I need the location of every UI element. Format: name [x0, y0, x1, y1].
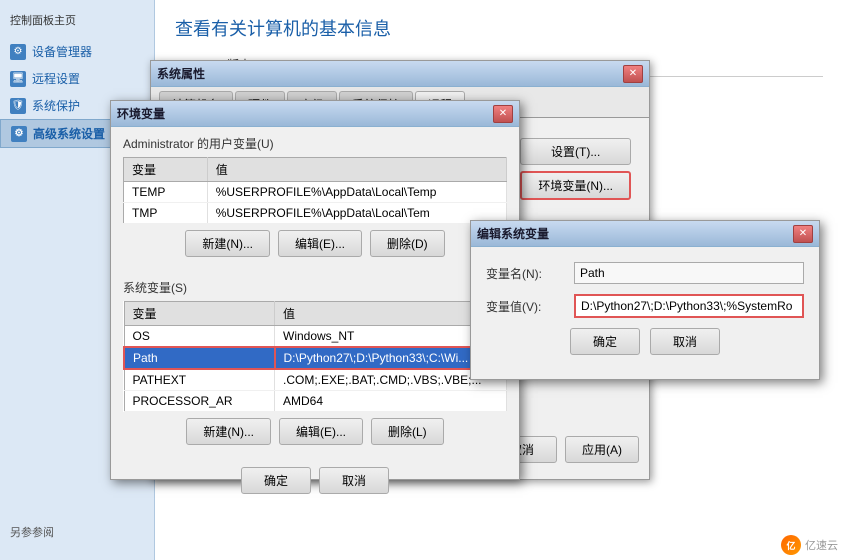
- device-icon: ⚙: [10, 44, 26, 60]
- sys-vars-buttons: 新建(N)... 编辑(E)... 删除(L): [123, 412, 507, 451]
- sidebar-header: 控制面板主页: [0, 8, 154, 32]
- sys-var-val-3: AMD64: [275, 391, 507, 412]
- sys-var-header-name: 变量: [124, 302, 275, 326]
- env-dialog-titlebar: 环境变量 ✕: [111, 101, 519, 127]
- user-new-btn[interactable]: 新建(N)...: [185, 230, 270, 257]
- user-vars-section: Administrator 的用户变量(U) 变量 值 TEMP %USERPR…: [111, 127, 519, 271]
- edit-dialog-title: 编辑系统变量: [477, 225, 793, 242]
- env-bottom-btns: 确定 取消: [111, 467, 519, 494]
- sys-del-btn[interactable]: 删除(L): [371, 418, 444, 445]
- table-row[interactable]: OS Windows_NT: [124, 326, 506, 348]
- sys-edit-btn[interactable]: 编辑(E)...: [279, 418, 363, 445]
- remote-icon: 🖥: [10, 71, 26, 87]
- var-value-input[interactable]: [574, 294, 804, 318]
- sys-var-name-1: Path: [124, 347, 275, 369]
- sys-var-name-2: PATHEXT: [124, 369, 275, 391]
- env-vars-btn[interactable]: 环境变量(N)...: [520, 171, 631, 200]
- env-dialog: 环境变量 ✕ Administrator 的用户变量(U) 变量 值 TEMP …: [110, 100, 520, 480]
- watermark-text: 亿速云: [805, 537, 838, 553]
- table-row[interactable]: PATHEXT .COM;.EXE;.BAT;.CMD;.VBS;.VBE;..…: [124, 369, 506, 391]
- env-dialog-title: 环境变量: [117, 105, 493, 122]
- env-cancel-btn[interactable]: 取消: [319, 467, 389, 494]
- edit-dialog-close-btn[interactable]: ✕: [793, 225, 813, 243]
- edit-dialog: 编辑系统变量 ✕ 变量名(N): 变量值(V): 确定 取消: [470, 220, 820, 380]
- shield-icon: 🛡: [10, 98, 26, 114]
- var-name-label: 变量名(N):: [486, 265, 566, 282]
- page-title: 查看有关计算机的基本信息: [175, 15, 823, 41]
- user-var-name-1: TMP: [124, 203, 208, 224]
- sys-vars-section: 系统变量(S) 变量 值 OS Windows_NT Path D:\Pytho…: [111, 271, 519, 459]
- user-var-header-val: 值: [207, 158, 506, 182]
- env-dialog-close-btn[interactable]: ✕: [493, 105, 513, 123]
- watermark-logo: 亿: [781, 535, 801, 555]
- user-var-header-name: 变量: [124, 158, 208, 182]
- edit-dialog-titlebar: 编辑系统变量 ✕: [471, 221, 819, 247]
- user-vars-table: 变量 值 TEMP %USERPROFILE%\AppData\Local\Te…: [123, 157, 507, 224]
- settings-btn[interactable]: 设置(T)...: [520, 138, 631, 165]
- user-edit-btn[interactable]: 编辑(E)...: [278, 230, 362, 257]
- var-name-row: 变量名(N):: [486, 262, 804, 284]
- user-var-val-0: %USERPROFILE%\AppData\Local\Temp: [207, 182, 506, 203]
- user-var-val-1: %USERPROFILE%\AppData\Local\Tem: [207, 203, 506, 224]
- sidebar-item-device[interactable]: ⚙ 设备管理器: [0, 38, 154, 65]
- user-del-btn[interactable]: 删除(D): [370, 230, 445, 257]
- edit-btns: 确定 取消: [486, 328, 804, 355]
- user-vars-buttons: 新建(N)... 编辑(E)... 删除(D): [123, 224, 507, 263]
- sys-props-close-btn[interactable]: ✕: [623, 65, 643, 83]
- sys-new-btn[interactable]: 新建(N)...: [186, 418, 271, 445]
- edit-ok-btn[interactable]: 确定: [570, 328, 640, 355]
- sys-props-title: 系统属性: [157, 65, 623, 82]
- side-btn-group: 设置(T)... 环境变量(N)...: [520, 138, 631, 200]
- var-name-input[interactable]: [574, 262, 804, 284]
- user-var-name-0: TEMP: [124, 182, 208, 203]
- table-row[interactable]: PROCESSOR_AR AMD64: [124, 391, 506, 412]
- var-value-label: 变量值(V):: [486, 298, 566, 315]
- env-ok-btn[interactable]: 确定: [241, 467, 311, 494]
- edit-form: 变量名(N): 变量值(V): 确定 取消: [471, 247, 819, 370]
- advanced-icon: ⚙: [11, 126, 27, 142]
- sys-props-titlebar: 系统属性 ✕: [151, 61, 649, 87]
- another-ref: 另参参阅: [10, 524, 54, 540]
- sys-props-apply-btn[interactable]: 应用(A): [565, 436, 639, 463]
- table-row[interactable]: TMP %USERPROFILE%\AppData\Local\Tem: [124, 203, 507, 224]
- watermark: 亿 亿速云: [781, 535, 838, 555]
- sys-vars-table: 变量 值 OS Windows_NT Path D:\Python27\;D:\…: [123, 301, 507, 412]
- sys-vars-title: 系统变量(S): [123, 279, 507, 296]
- sys-var-name-3: PROCESSOR_AR: [124, 391, 275, 412]
- sys-var-name-0: OS: [124, 326, 275, 348]
- sidebar-item-remote[interactable]: 🖥 远程设置: [0, 65, 154, 92]
- table-row[interactable]: TEMP %USERPROFILE%\AppData\Local\Temp: [124, 182, 507, 203]
- var-value-row: 变量值(V):: [486, 294, 804, 318]
- table-row-selected[interactable]: Path D:\Python27\;D:\Python33\;C:\Wi...: [124, 347, 506, 369]
- user-vars-title: Administrator 的用户变量(U): [123, 135, 507, 152]
- edit-cancel-btn[interactable]: 取消: [650, 328, 720, 355]
